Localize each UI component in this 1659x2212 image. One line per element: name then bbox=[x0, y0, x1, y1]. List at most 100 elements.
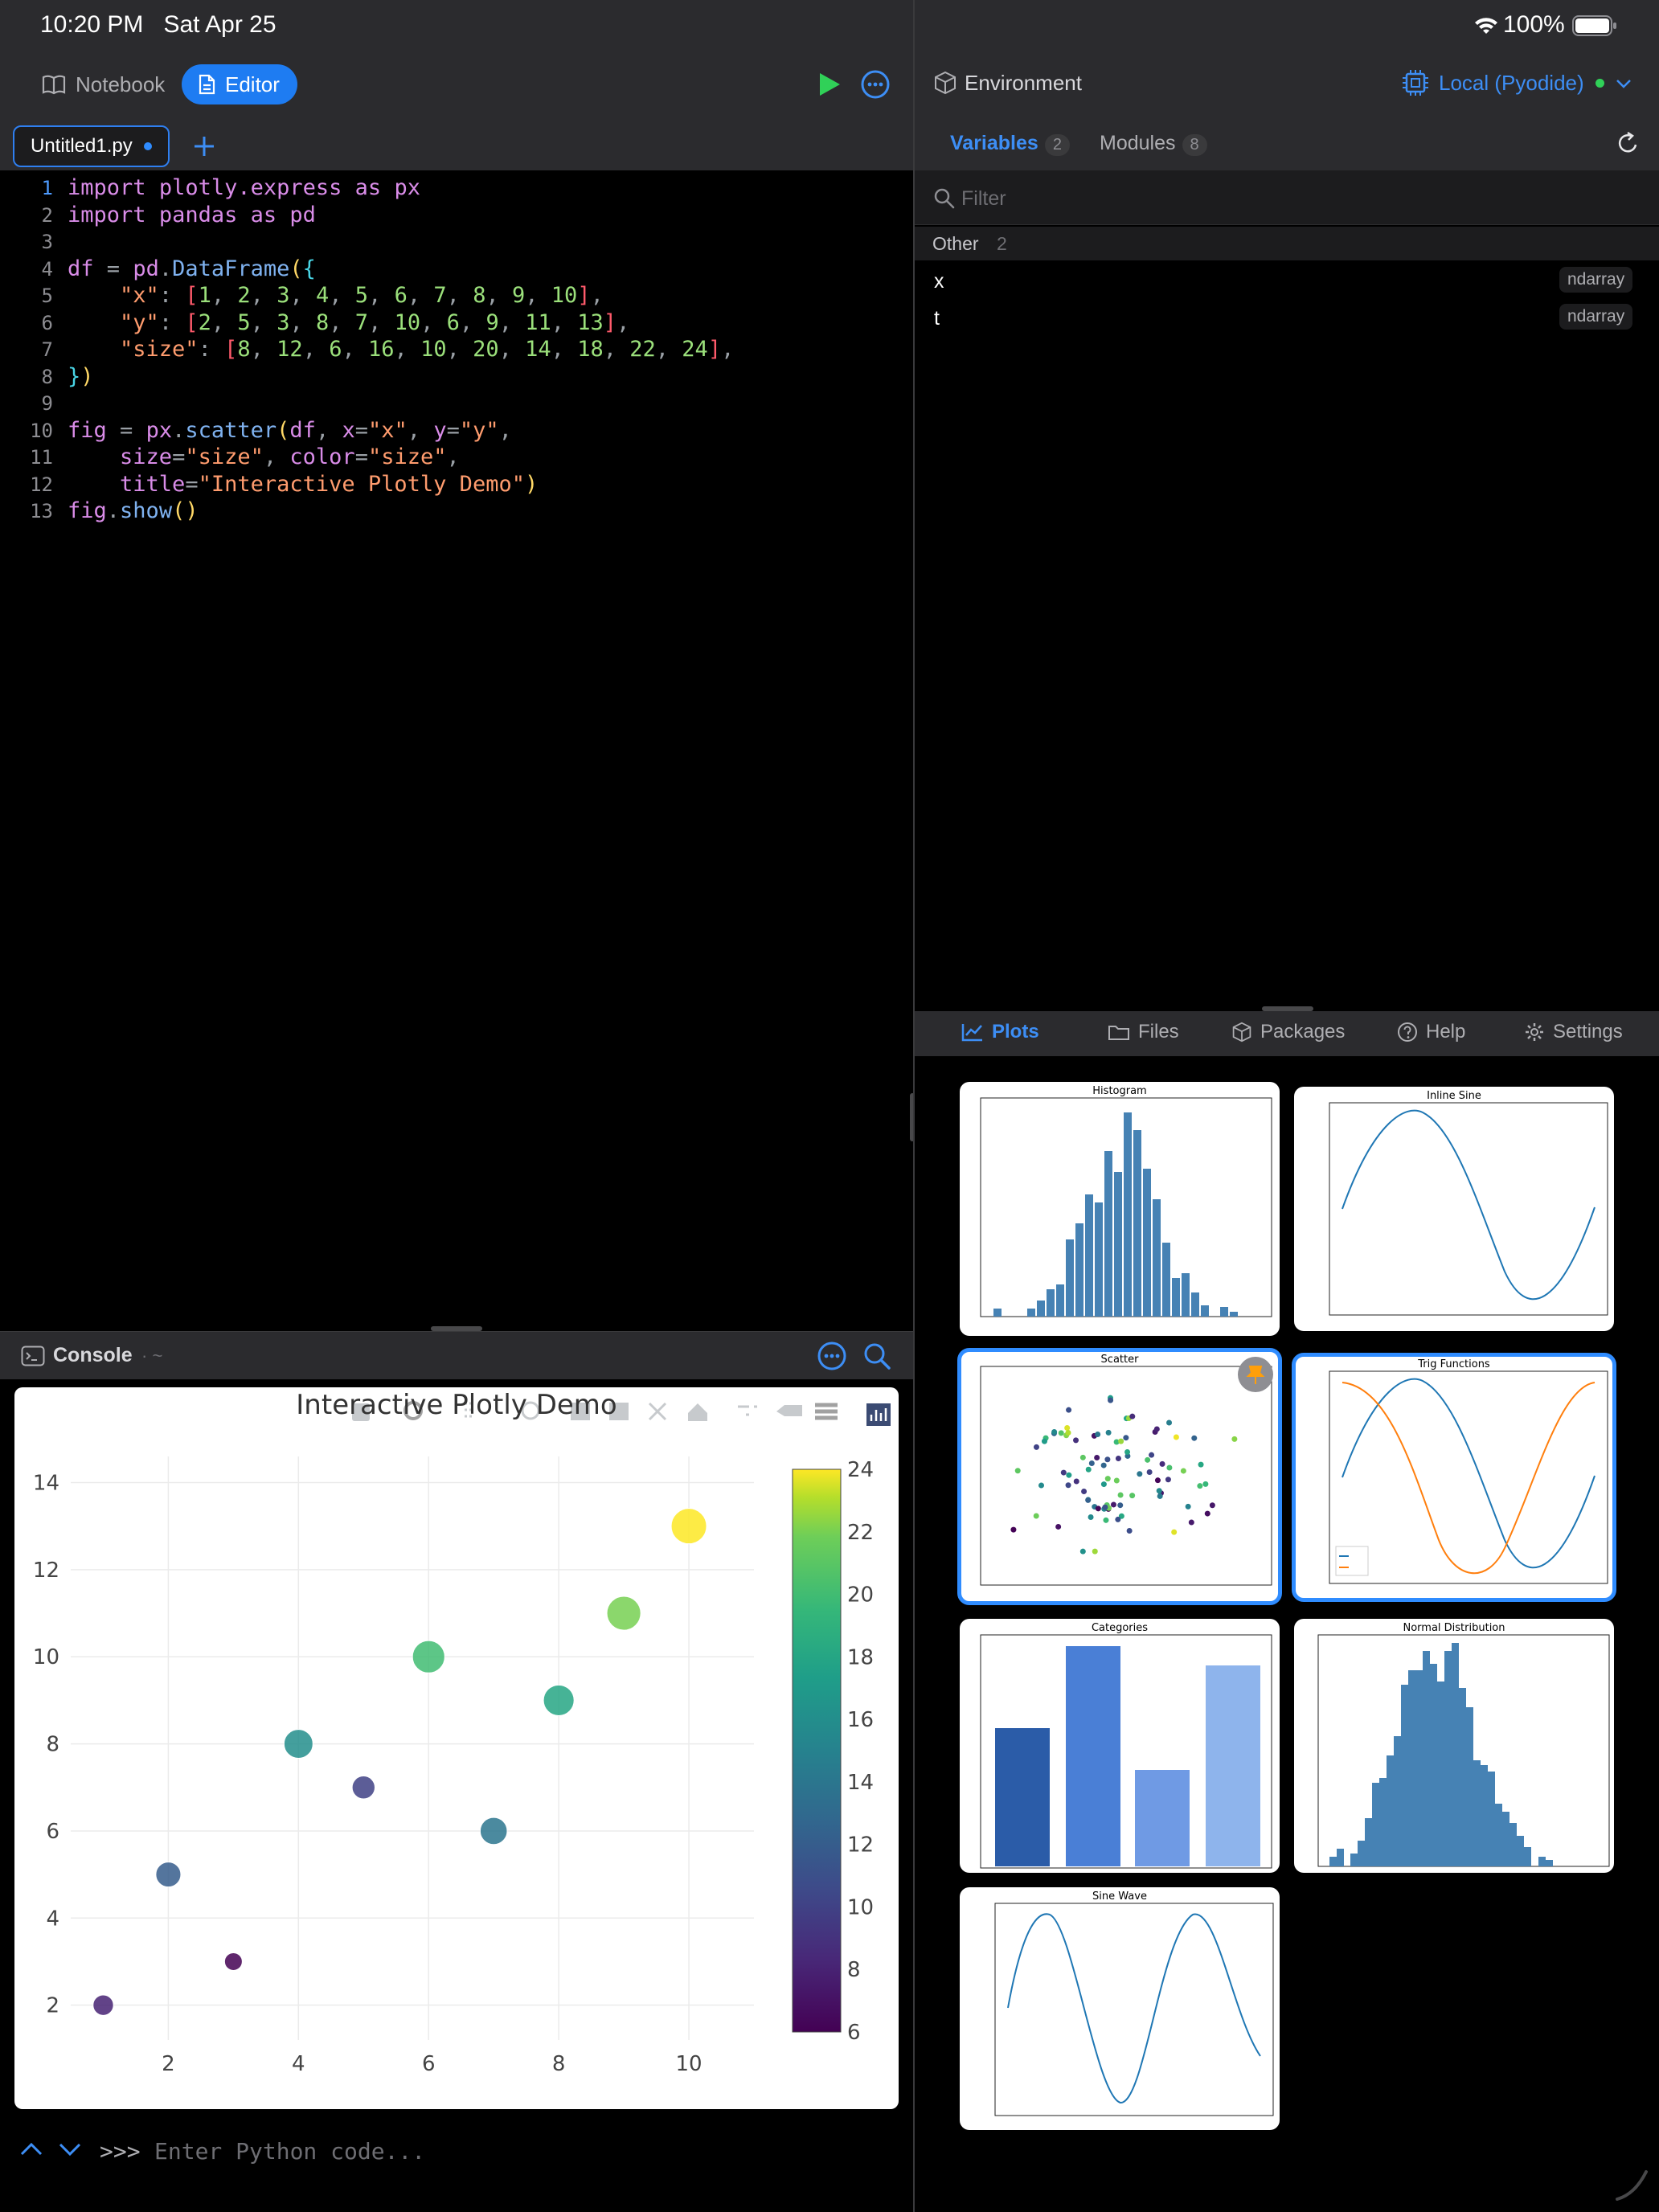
editor-mode-button[interactable]: Editor bbox=[182, 64, 297, 104]
notebook-mode-button[interactable]: Notebook bbox=[26, 64, 182, 104]
thumbnail-point bbox=[1149, 1452, 1155, 1458]
variable-type-badge: ndarray bbox=[1559, 304, 1633, 330]
sine-wave-thumbnail-chart bbox=[994, 1903, 1274, 2116]
add-tab-button[interactable] bbox=[191, 130, 217, 162]
scatter-point[interactable] bbox=[543, 1684, 575, 1716]
colorbar-tick-label: 20 bbox=[847, 1583, 874, 1608]
tab-modules[interactable]: Modules 8 bbox=[1100, 132, 1207, 156]
code-line: 9 bbox=[41, 392, 53, 415]
runtime-selector[interactable]: Local (Pyodide) bbox=[1439, 71, 1632, 96]
tab-help[interactable]: Help bbox=[1397, 1021, 1465, 1043]
pin-button[interactable] bbox=[1238, 1357, 1273, 1392]
plot-thumbnail-normal-distribution[interactable]: Normal Distribution bbox=[1294, 1619, 1614, 1873]
thumbnail-point bbox=[1113, 1477, 1120, 1484]
tab-variables[interactable]: Variables 2 bbox=[950, 132, 1070, 156]
environment-title: Environment bbox=[965, 71, 1082, 95]
scatter-point[interactable] bbox=[670, 1508, 707, 1545]
thumbnail-point bbox=[1171, 1529, 1178, 1535]
thumbnail-point bbox=[1124, 1449, 1131, 1456]
thumbnail-point bbox=[1058, 1430, 1064, 1436]
scatter-point[interactable] bbox=[155, 1862, 182, 1888]
cube-icon bbox=[935, 71, 956, 95]
y-tick-label: 10 bbox=[33, 1645, 59, 1669]
histogram-thumbnail-chart bbox=[980, 1097, 1272, 1317]
colorbar-tick-label: 18 bbox=[847, 1645, 874, 1669]
history-down-button[interactable] bbox=[58, 2140, 82, 2159]
runtime-status-dot bbox=[1595, 79, 1604, 88]
tab-plots[interactable]: Plots bbox=[961, 1021, 1039, 1043]
thumbnail-point bbox=[1154, 1477, 1161, 1484]
chevron-down-icon bbox=[1616, 79, 1631, 88]
refresh-button[interactable] bbox=[1616, 130, 1640, 156]
plot-thumbnail-trig-functions[interactable]: Trig Functions bbox=[1292, 1353, 1616, 1602]
thumbnail-point bbox=[1103, 1517, 1109, 1523]
scatter-point[interactable] bbox=[412, 1640, 445, 1673]
thumbnail-point bbox=[1129, 1493, 1136, 1499]
plot-thumbnail-inline-sine[interactable]: Inline Sine bbox=[1294, 1087, 1614, 1331]
status-bar: 10:20 PM Sat Apr 25 100% bbox=[0, 0, 1659, 53]
tab-packages[interactable]: Packages bbox=[1231, 1021, 1345, 1043]
console-more-button[interactable] bbox=[817, 1341, 847, 1371]
window-resize-grip[interactable] bbox=[1611, 2164, 1651, 2204]
thumbnail-point bbox=[1081, 1488, 1088, 1494]
plot-thumbnail-scatter[interactable]: Scatter bbox=[957, 1348, 1282, 1605]
thumbnail-point bbox=[1231, 1436, 1238, 1442]
document-icon bbox=[199, 74, 215, 95]
thumbnail-point bbox=[1041, 1438, 1047, 1444]
thumbnail-point bbox=[1180, 1468, 1186, 1474]
wifi-icon bbox=[1475, 18, 1497, 34]
filter-input[interactable] bbox=[961, 185, 1604, 212]
thumbnail-point bbox=[1126, 1528, 1133, 1534]
colorbar bbox=[792, 1469, 842, 2033]
scatter-point[interactable] bbox=[283, 1729, 313, 1759]
history-up-button[interactable] bbox=[19, 2140, 43, 2159]
variable-row[interactable] bbox=[915, 299, 1659, 336]
scatter-point[interactable] bbox=[479, 1817, 508, 1845]
thumbnail-point bbox=[1117, 1492, 1124, 1498]
tab-settings[interactable]: Settings bbox=[1524, 1021, 1623, 1043]
thumbnail-point bbox=[1014, 1468, 1021, 1474]
thumbnail-point bbox=[1073, 1478, 1079, 1485]
thumbnail-point bbox=[1104, 1456, 1111, 1463]
variable-row[interactable] bbox=[915, 262, 1659, 299]
scatter-point[interactable] bbox=[223, 1952, 243, 1971]
code-line: 7 "size": [8, 12, 6, 16, 10, 20, 14, 18,… bbox=[41, 337, 735, 362]
scatter-point[interactable] bbox=[92, 1994, 114, 2016]
plot-thumbnail-sine-wave[interactable]: Sine Wave bbox=[960, 1887, 1280, 2130]
plot-title: Interactive Plotly Demo bbox=[296, 1389, 617, 1421]
colorbar-ticks: 6 8 10 12 14 16 18 20 22 24 bbox=[847, 1458, 874, 2045]
thumbnail-point bbox=[1100, 1481, 1107, 1488]
help-icon bbox=[1398, 1022, 1417, 1042]
battery-icon bbox=[1572, 15, 1616, 36]
variable-name: t bbox=[934, 307, 940, 330]
axis-ticks: 2 4 6 8 10 2 4 6 8 10 12 14 bbox=[33, 1472, 703, 2076]
cpu-icon bbox=[1403, 70, 1428, 96]
normal-dist-thumbnail-chart bbox=[1317, 1634, 1610, 1867]
scatter-point[interactable] bbox=[351, 1776, 375, 1800]
more-options-button[interactable] bbox=[860, 69, 891, 100]
run-button[interactable] bbox=[817, 71, 842, 98]
tab-files[interactable]: Files bbox=[1108, 1021, 1179, 1043]
code-editor[interactable]: 1 import plotly.express as px 2 import pan… bbox=[0, 175, 913, 1329]
thumbnail-point bbox=[1191, 1435, 1198, 1441]
chart-line-icon bbox=[961, 1024, 982, 1042]
plot-thumbnail-categories[interactable]: Categories bbox=[960, 1619, 1280, 1873]
x-tick-label: 2 bbox=[162, 2052, 175, 2076]
python-input[interactable] bbox=[154, 2135, 797, 2167]
thumbnail-point bbox=[1137, 1471, 1143, 1477]
scatter-point[interactable] bbox=[606, 1596, 641, 1631]
console-search-button[interactable] bbox=[862, 1341, 892, 1371]
code-line: 10 fig = px.scatter(df, x="x", y="y", bbox=[30, 417, 512, 443]
variable-group-header[interactable] bbox=[915, 227, 1659, 260]
scatter-chart[interactable]: 2 4 6 8 102468101214 681012141618202224 bbox=[14, 1387, 899, 2109]
thumbnail-point bbox=[1173, 1434, 1179, 1440]
file-tab-untitled1[interactable]: Untitled1.py bbox=[13, 125, 170, 167]
plot-thumbnail-histogram[interactable]: Histogram bbox=[960, 1082, 1280, 1336]
colorbar-tick-label: 12 bbox=[847, 1833, 874, 1858]
thumbnail-point bbox=[1066, 1407, 1072, 1413]
code-line: 4 df = pd.DataFrame({ bbox=[41, 256, 316, 281]
colorbar-tick-label: 8 bbox=[847, 1958, 861, 1982]
thumbnail-point bbox=[1010, 1526, 1017, 1533]
thumbnail-point bbox=[1115, 1516, 1121, 1522]
package-icon bbox=[1232, 1022, 1251, 1043]
